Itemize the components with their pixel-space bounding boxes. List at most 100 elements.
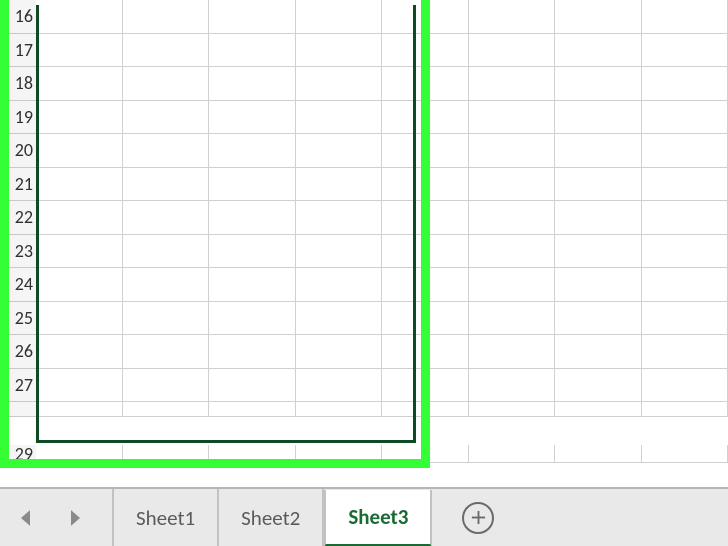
cell[interactable] (555, 445, 642, 463)
cell[interactable] (642, 101, 728, 135)
cell[interactable] (555, 168, 642, 202)
cell[interactable] (555, 0, 642, 34)
cell[interactable] (469, 67, 556, 101)
cell[interactable] (123, 67, 210, 101)
cell[interactable] (555, 268, 642, 302)
row-header[interactable]: 24 (0, 268, 36, 302)
cell[interactable] (382, 369, 469, 403)
cell[interactable] (36, 335, 123, 369)
cell[interactable] (36, 168, 123, 202)
cell[interactable] (469, 101, 556, 135)
cell[interactable] (469, 168, 556, 202)
cell[interactable] (296, 235, 383, 269)
cell[interactable] (555, 235, 642, 269)
cell[interactable] (36, 0, 123, 34)
cell[interactable] (469, 134, 556, 168)
cell[interactable] (36, 302, 123, 336)
cells-region[interactable] (36, 0, 728, 487)
cell[interactable] (296, 101, 383, 135)
cell[interactable] (469, 235, 556, 269)
cell[interactable] (123, 335, 210, 369)
cell[interactable] (382, 34, 469, 68)
cell[interactable] (382, 335, 469, 369)
row-header[interactable]: 27 (0, 369, 36, 403)
row-header[interactable]: 16 (0, 0, 36, 34)
cell[interactable] (209, 235, 296, 269)
cell[interactable] (382, 445, 469, 463)
cell[interactable] (642, 369, 728, 403)
cell[interactable] (209, 201, 296, 235)
row-header[interactable]: 29 (0, 445, 36, 463)
cell[interactable] (642, 168, 728, 202)
cell[interactable] (123, 302, 210, 336)
tab-sheet2[interactable]: Sheet2 (219, 489, 324, 546)
cell[interactable] (209, 0, 296, 34)
nav-next-button[interactable] (50, 489, 100, 546)
cell[interactable] (469, 0, 556, 34)
cell[interactable] (642, 34, 728, 68)
cell[interactable] (123, 0, 210, 34)
cell[interactable] (642, 445, 728, 463)
cell[interactable] (123, 201, 210, 235)
cell[interactable] (555, 402, 642, 417)
cell[interactable] (642, 268, 728, 302)
cell[interactable] (36, 101, 123, 135)
row-header[interactable]: 18 (0, 67, 36, 101)
cell[interactable] (555, 335, 642, 369)
cell[interactable] (296, 445, 383, 463)
cell[interactable] (555, 101, 642, 135)
cell[interactable] (642, 201, 728, 235)
cell[interactable] (123, 34, 210, 68)
cell[interactable] (296, 369, 383, 403)
cell[interactable] (36, 402, 123, 417)
cell[interactable] (123, 445, 210, 463)
cell[interactable] (382, 201, 469, 235)
cell[interactable] (555, 369, 642, 403)
cell[interactable] (209, 34, 296, 68)
cell[interactable] (209, 134, 296, 168)
cell[interactable] (382, 268, 469, 302)
cell[interactable] (296, 268, 383, 302)
cell[interactable] (382, 235, 469, 269)
cell[interactable] (469, 445, 556, 463)
cell[interactable] (555, 302, 642, 336)
cell[interactable] (36, 445, 123, 463)
cell[interactable] (642, 302, 728, 336)
cell[interactable] (382, 67, 469, 101)
cell[interactable] (296, 134, 383, 168)
cell[interactable] (642, 134, 728, 168)
row-header[interactable]: 26 (0, 335, 36, 369)
cell[interactable] (296, 302, 383, 336)
cell[interactable] (469, 335, 556, 369)
cell[interactable] (382, 101, 469, 135)
cell[interactable] (36, 235, 123, 269)
cell[interactable] (382, 134, 469, 168)
cell[interactable] (123, 101, 210, 135)
cell[interactable] (296, 34, 383, 68)
cell[interactable] (123, 168, 210, 202)
cell[interactable] (209, 101, 296, 135)
tab-sheet3[interactable]: Sheet3 (324, 490, 432, 546)
cell[interactable] (36, 34, 123, 68)
cell[interactable] (469, 402, 556, 417)
cell[interactable] (555, 134, 642, 168)
cell[interactable] (469, 302, 556, 336)
cell[interactable] (642, 335, 728, 369)
cell[interactable] (36, 268, 123, 302)
cell[interactable] (296, 168, 383, 202)
cell[interactable] (123, 369, 210, 403)
cell[interactable] (209, 302, 296, 336)
cell[interactable] (382, 402, 469, 417)
cell[interactable] (36, 134, 123, 168)
cell[interactable] (555, 34, 642, 68)
cell[interactable] (296, 402, 383, 417)
cell[interactable] (469, 34, 556, 68)
cell[interactable] (209, 168, 296, 202)
nav-prev-button[interactable] (0, 489, 50, 546)
cell[interactable] (123, 268, 210, 302)
cell[interactable] (469, 268, 556, 302)
cell[interactable] (469, 201, 556, 235)
cell[interactable] (123, 235, 210, 269)
row-header[interactable]: 21 (0, 168, 36, 202)
cell[interactable] (209, 402, 296, 417)
